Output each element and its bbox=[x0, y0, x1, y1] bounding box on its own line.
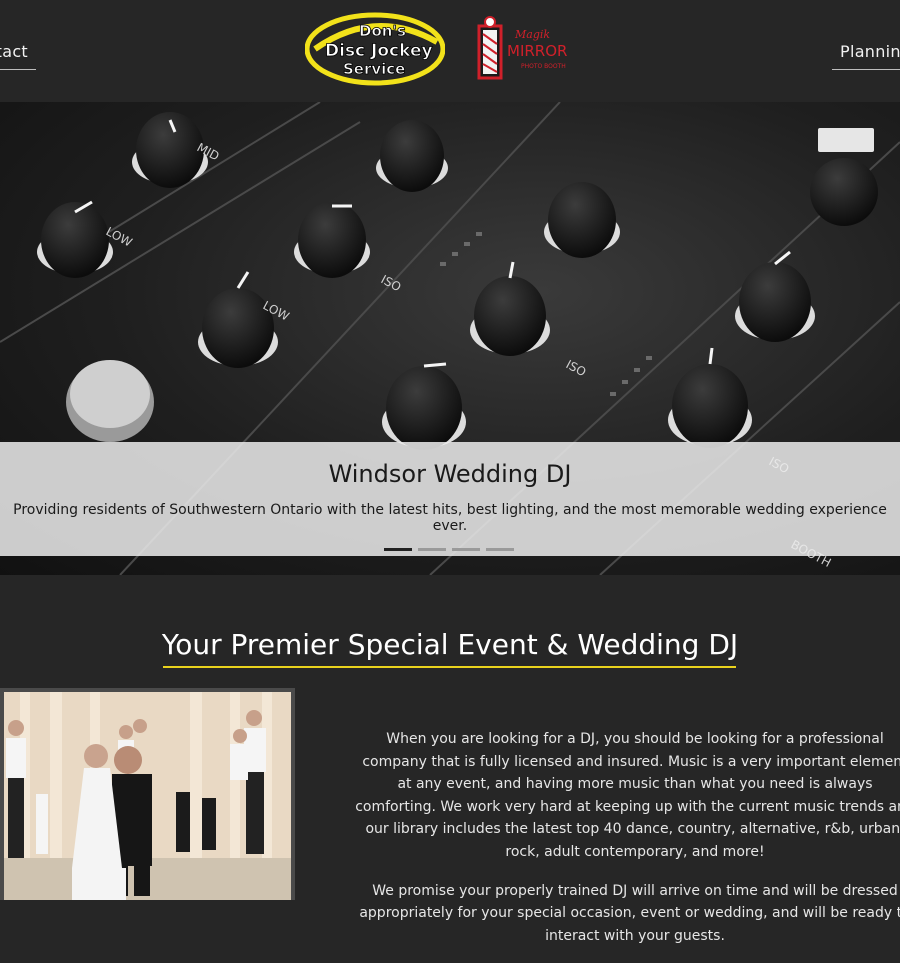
carousel-indicator-4[interactable] bbox=[486, 548, 514, 551]
section-paragraph-2: We promise your properly trained DJ will… bbox=[359, 882, 900, 944]
section-paragraph-1: When you are looking for a DJ, you shoul… bbox=[355, 731, 900, 860]
magik-logo-line1: Magik bbox=[514, 28, 550, 41]
nav-link-contact-label[interactable]: Contact bbox=[0, 42, 28, 61]
dons-logo-line2: Disc Jockey bbox=[325, 41, 433, 61]
carousel-indicator-1[interactable] bbox=[384, 548, 412, 551]
magik-logo-line3: PHOTO BOOTH bbox=[521, 63, 566, 70]
nav-link-planning-label[interactable]: Planning bbox=[840, 42, 900, 61]
hero-title: Windsor Wedding DJ bbox=[328, 460, 572, 488]
dons-logo-line3: Service bbox=[343, 60, 405, 78]
section-heading: Your Premier Special Event & Wedding DJ bbox=[161, 628, 739, 661]
nav-link-planning[interactable]: Planning bbox=[832, 38, 900, 70]
dons-logo-line1: Don's bbox=[359, 22, 406, 40]
carousel-indicators bbox=[384, 548, 524, 552]
hero-subtitle: Providing residents of Southwestern Onta… bbox=[13, 502, 887, 534]
section-heading-underline bbox=[163, 666, 736, 668]
svg-text:ISO: ISO bbox=[564, 357, 589, 379]
carousel-indicator-3[interactable] bbox=[452, 548, 480, 551]
carousel-indicator-2[interactable] bbox=[418, 548, 446, 551]
wedding-couple-photo bbox=[0, 688, 295, 900]
magik-logo-line2: MIRROR bbox=[507, 42, 567, 60]
hero-carousel[interactable]: LOW LOW MID ISO ISO ISO BOOTH Windsor We… bbox=[0, 102, 900, 575]
nav-link-contact[interactable]: Contact bbox=[0, 38, 36, 70]
dons-dj-logo[interactable]: Don's Disc Jockey Service bbox=[305, 12, 445, 86]
magik-mirror-logo[interactable]: Magik MIRROR PHOTO BOOTH bbox=[465, 14, 583, 86]
section-body: When you are looking for a DJ, you shoul… bbox=[355, 728, 900, 963]
site-header: Contact Don's Disc Jockey Service Magik … bbox=[0, 0, 900, 102]
